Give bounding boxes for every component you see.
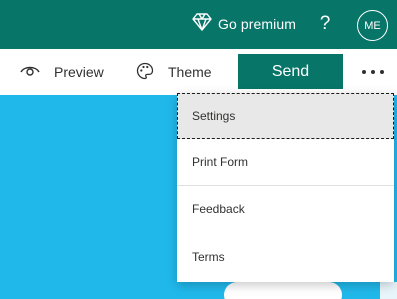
canvas-strip xyxy=(380,282,397,299)
more-options-menu: Settings Print Form Feedback Terms xyxy=(177,93,394,282)
more-horizontal-icon xyxy=(362,70,366,74)
preview-label: Preview xyxy=(54,64,104,80)
go-premium-label: Go premium xyxy=(218,16,297,32)
menu-item-feedback[interactable]: Feedback xyxy=(177,186,394,232)
theme-button[interactable]: Theme xyxy=(136,49,212,95)
menu-item-terms[interactable]: Terms xyxy=(177,232,394,282)
eye-icon xyxy=(20,64,40,81)
more-options-button[interactable] xyxy=(362,62,384,82)
preview-button[interactable]: Preview xyxy=(20,49,104,95)
go-premium-button[interactable]: Go premium xyxy=(192,11,296,37)
send-button[interactable]: Send xyxy=(238,54,343,89)
command-bar: Preview Theme Send xyxy=(0,49,397,95)
form-card xyxy=(224,282,342,299)
avatar[interactable]: ME xyxy=(357,10,388,41)
help-button[interactable]: ? xyxy=(314,12,336,36)
diamond-icon xyxy=(192,12,212,36)
palette-icon xyxy=(136,62,154,83)
menu-item-settings[interactable]: Settings xyxy=(177,93,394,139)
theme-label: Theme xyxy=(168,64,212,80)
top-bar: Go premium ? ME xyxy=(0,0,397,49)
menu-item-print-form[interactable]: Print Form xyxy=(177,139,394,185)
